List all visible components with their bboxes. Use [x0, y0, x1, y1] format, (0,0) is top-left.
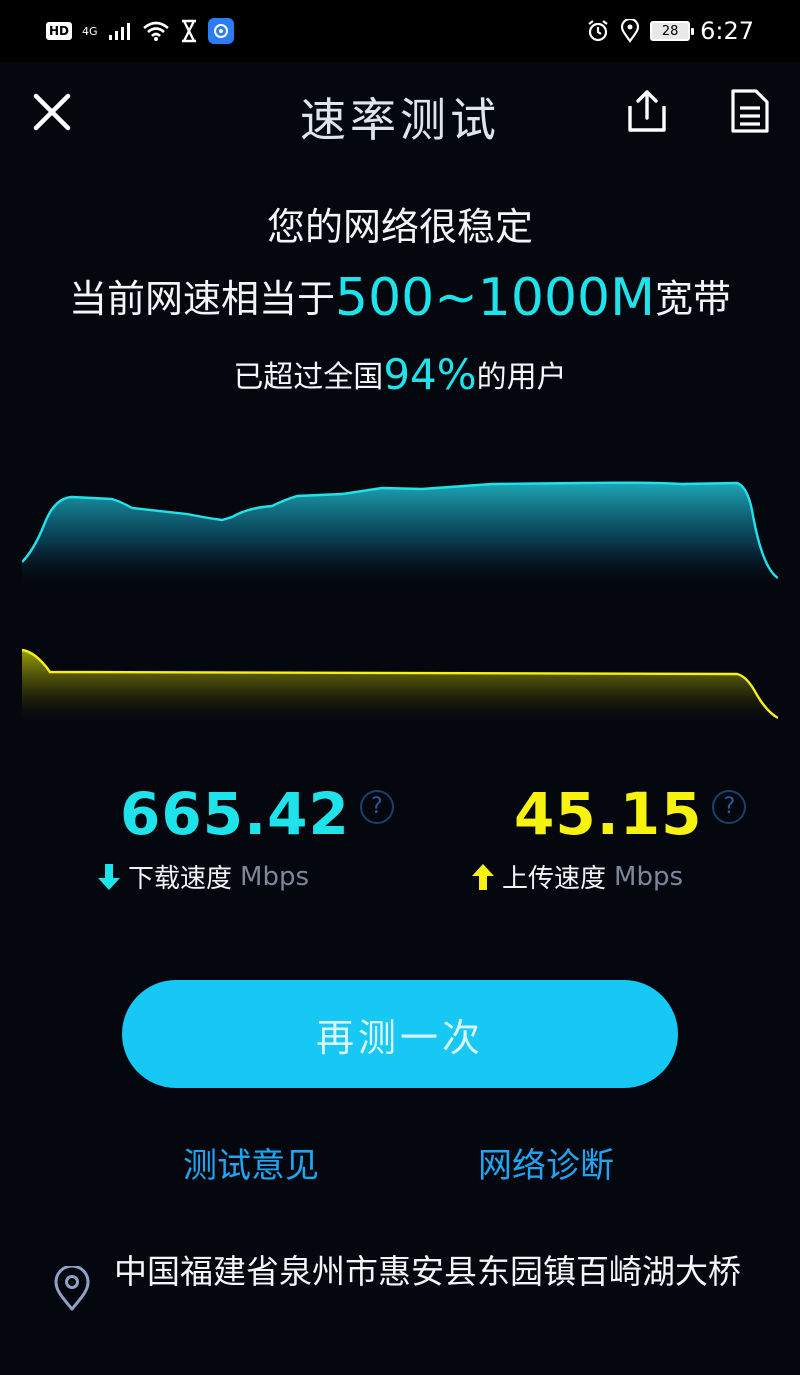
alarm-icon	[588, 20, 608, 42]
location-status-icon	[620, 19, 640, 43]
equiv-suffix: 宽带	[655, 277, 732, 321]
equiv-prefix: 当前网速相当于	[68, 277, 335, 321]
hourglass-icon	[181, 19, 196, 43]
retest-button[interactable]: 再测一次	[122, 980, 678, 1088]
upload-speed-label-row: 上传速度 Mbps	[470, 858, 800, 895]
upload-speed-row: 45.15?	[470, 780, 800, 848]
report-icon[interactable]	[728, 88, 772, 134]
stability-headline: 您的网络很稳定	[266, 205, 533, 249]
app-header: 速率测试	[0, 62, 800, 162]
feedback-link[interactable]: 测试意见	[183, 1138, 319, 1187]
upload-speed-block: 45.15? 上传速度 Mbps	[470, 780, 800, 895]
ranking-text: 已超过全国94%的用户	[0, 350, 800, 399]
page-title: 速率测试	[300, 93, 500, 147]
clock: 6:27	[700, 17, 754, 45]
arrow-up-icon	[472, 863, 494, 890]
upload-speed-value: 45.15	[514, 780, 703, 848]
signal-icon	[108, 23, 130, 40]
beat-suffix: 的用户	[476, 360, 567, 395]
network-diagnosis-link[interactable]: 网络诊断	[478, 1138, 614, 1187]
download-speed-unit: Mbps	[240, 861, 310, 892]
download-speed-label-row: 下载速度 Mbps	[96, 858, 426, 895]
download-speed-row: 665.42?	[96, 780, 426, 848]
upload-speed-graph	[22, 648, 778, 725]
help-icon[interactable]: ?	[712, 790, 747, 824]
upload-speed-unit: Mbps	[614, 861, 684, 892]
download-speed-value: 665.42	[120, 780, 350, 848]
arrow-down-icon	[98, 863, 120, 890]
equiv-bandwidth-value: 500~1000M	[334, 268, 656, 328]
upload-speed-label: 上传速度	[502, 864, 607, 894]
location-address: 中国福建省泉州市惠安县东园镇百崎湖大桥	[114, 1252, 741, 1291]
location-pin-icon	[54, 1266, 90, 1311]
wifi-icon	[142, 21, 169, 41]
beat-prefix: 已超过全国	[233, 360, 384, 395]
download-speed-label: 下载速度	[128, 864, 233, 894]
battery-indicator: 28	[650, 21, 695, 41]
status-bar-right: 28 6:27	[586, 17, 754, 45]
beat-percentage: 94%	[383, 350, 477, 399]
status-bar: HD 4G 28 6:27	[0, 0, 800, 62]
status-bar-left: HD 4G	[46, 18, 234, 44]
hd-badge: HD	[46, 22, 73, 40]
help-icon[interactable]: ?	[359, 790, 394, 824]
network-type: 4G	[82, 24, 98, 38]
bandwidth-equivalent: 当前网速相当于500~1000M宽带	[0, 268, 800, 328]
download-speed-graph	[22, 481, 778, 590]
share-icon[interactable]	[624, 88, 670, 134]
download-speed-block: 665.42? 下载速度 Mbps	[96, 780, 426, 895]
app-notification-icon	[207, 18, 234, 44]
